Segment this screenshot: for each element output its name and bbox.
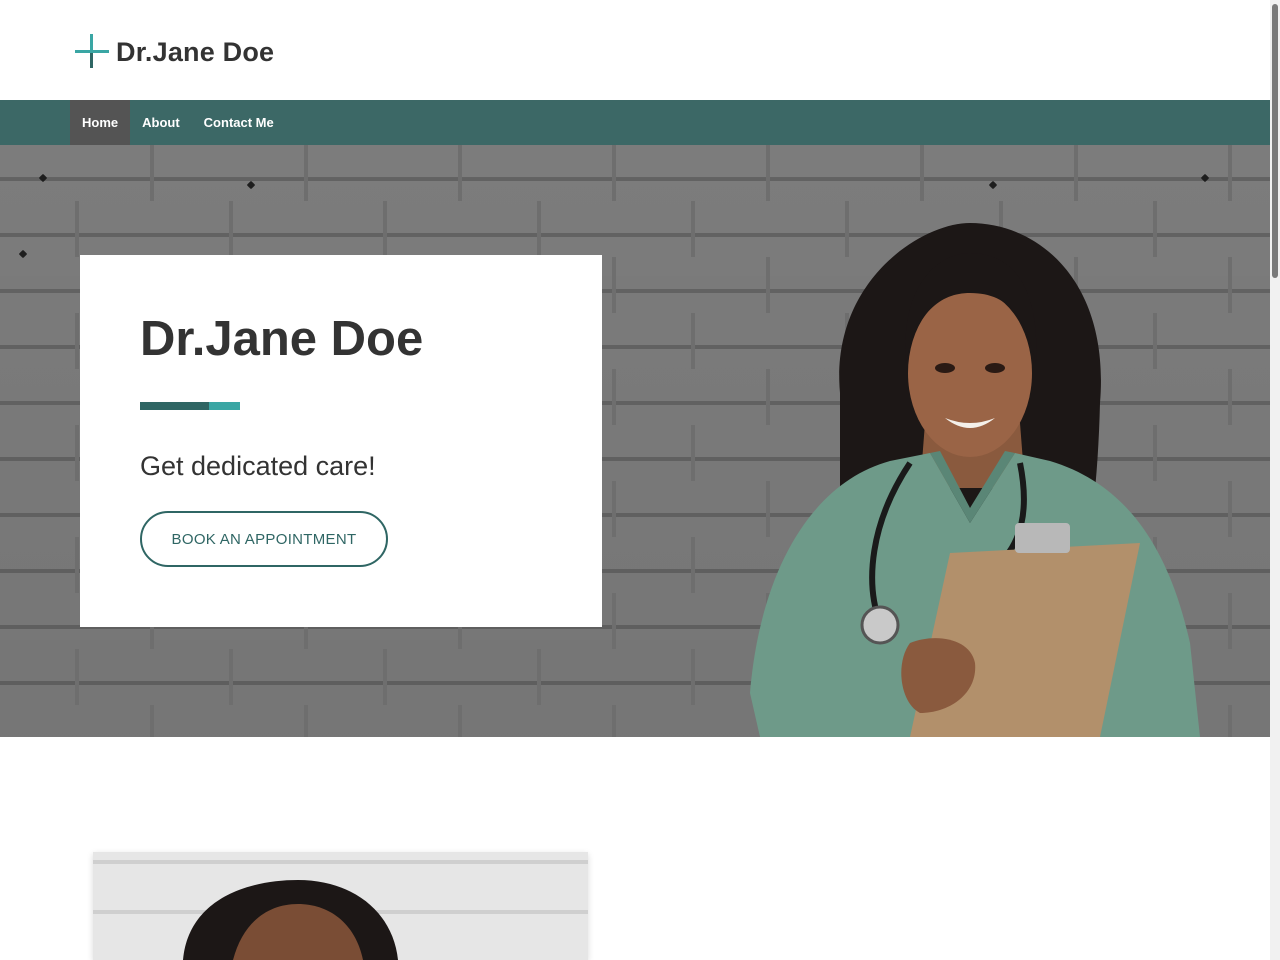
hero-section: Dr.Jane Doe Get dedicated care! BOOK AN …	[0, 145, 1270, 737]
page: Dr.Jane Doe Home About Contact Me Dr.Jan…	[0, 0, 1280, 960]
scrollbar-thumb[interactable]	[1272, 4, 1278, 278]
main-nav: Home About Contact Me	[0, 100, 1270, 145]
site-name: Dr.Jane Doe	[116, 36, 275, 67]
title-accent-bar	[140, 402, 240, 410]
nav-item-contact[interactable]: Contact Me	[192, 100, 286, 145]
doctor-portrait-image	[750, 223, 1200, 737]
site-logo[interactable]: Dr.Jane Doe	[74, 34, 274, 70]
page-scrollbar[interactable]	[1270, 0, 1280, 960]
book-appointment-button[interactable]: BOOK AN APPOINTMENT	[140, 511, 388, 567]
hero-subtitle: Get dedicated care!	[140, 451, 376, 481]
hero-card: Dr.Jane Doe Get dedicated care! BOOK AN …	[80, 255, 602, 627]
about-doctor-photo	[93, 852, 588, 960]
nav-item-home[interactable]: Home	[70, 100, 131, 145]
nav-item-about[interactable]: About	[130, 100, 192, 145]
hero-title: Dr.Jane Doe	[140, 312, 424, 366]
medical-cross-icon	[74, 34, 110, 70]
site-header: Dr.Jane Doe	[0, 0, 1270, 100]
